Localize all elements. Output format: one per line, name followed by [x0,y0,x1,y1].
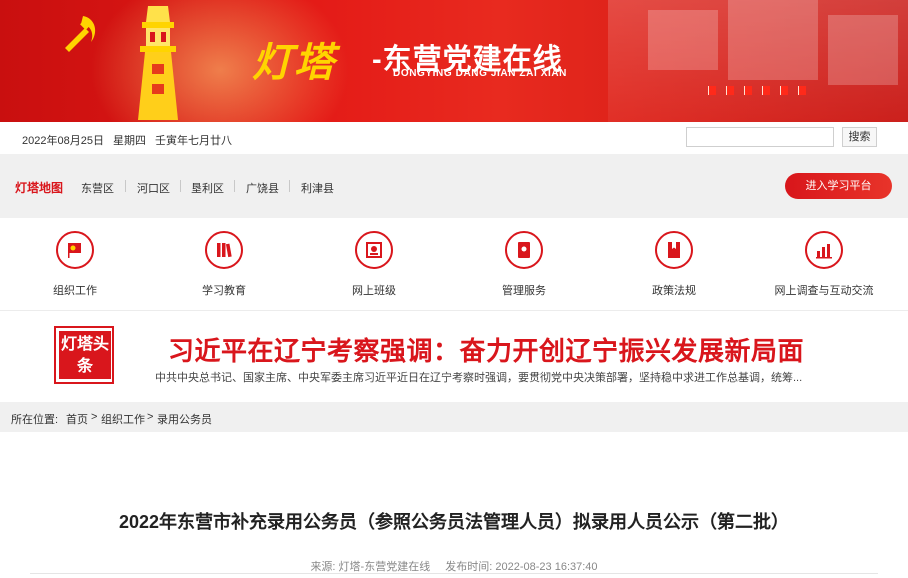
service-study[interactable]: 学习教育 [154,218,294,310]
breadcrumb-home[interactable]: 首页 [66,411,88,427]
books-icon [217,243,232,258]
service-label: 管理服务 [502,285,546,297]
service-management[interactable]: 管理服务 [454,218,594,310]
current-date: 2022年08月25日 [22,135,104,147]
service-policy[interactable]: 政策法规 [604,218,744,310]
divider [180,180,181,192]
divider [125,180,126,192]
headline-title[interactable]: 习近平在辽宁考察强调：奋力开创辽宁振兴发展新局面 [168,331,804,368]
divider [30,573,878,574]
breadcrumb-prefix: 所在位置: [11,414,59,426]
site-title-en: DONGYING DANG JIAN ZAI XIAN [393,68,567,79]
party-emblem-icon [65,16,96,52]
online-class-icon [366,242,382,258]
flag-icon [744,86,752,95]
site-banner: 灯塔 -东营党建在线 DONGYING DANG JIAN ZAI XIAN [0,0,908,122]
headline-badge-text: 灯塔头条 [59,331,111,379]
article-container: 2022年东营市补充录用公务员（参照公务员法管理人员）拟录用人员公示（第二批） … [0,432,908,578]
search-input[interactable] [686,127,834,147]
region-hekou[interactable]: 河口区 [137,180,170,196]
region-dongying[interactable]: 东营区 [81,180,114,196]
article-meta: 来源: 灯塔-东营党建在线 发布时间: 2022-08-23 16:37:40 [0,558,908,574]
search-button[interactable]: 搜索 [842,127,877,147]
headline-badge: 灯塔头条 [54,326,114,384]
breadcrumb-separator: > [147,411,154,423]
lighthouse-map-link[interactable]: 灯塔地图 [15,179,63,196]
article-publish-time: 发布时间: 2022-08-23 16:37:40 [445,561,598,573]
flag-icon [708,86,716,95]
region-kenli[interactable]: 垦利区 [191,180,224,196]
service-label: 网上班级 [352,285,396,297]
building-illustration [608,0,908,122]
service-organization[interactable]: 组织工作 [5,218,145,310]
divider [234,180,235,192]
service-online-class[interactable]: 网上班级 [304,218,444,310]
management-book-icon [518,242,530,258]
survey-chart-icon [816,244,832,259]
flag-icon [762,86,770,95]
policy-bookmark-icon [668,242,680,258]
divider [289,180,290,192]
service-menu: 组织工作 学习教育 网上班级 管理服务 政策法规 网上调查与互动交流 [0,218,908,310]
service-label: 政策法规 [652,285,696,297]
flag-icon [726,86,734,95]
lunar-date: 壬寅年七月廿八 [155,135,232,147]
flag-icon [798,86,806,95]
breadcrumb-recruitment[interactable]: 录用公务员 [157,411,212,427]
region-lijin[interactable]: 利津县 [301,180,334,196]
region-guangrao[interactable]: 广饶县 [246,180,279,196]
region-nav: 灯塔地图 东营区 河口区 垦利区 广饶县 利津县 [0,168,908,204]
party-flag-icon [68,243,81,258]
service-survey[interactable]: 网上调查与互动交流 [754,218,894,310]
current-weekday: 星期四 [113,135,146,147]
service-label: 组织工作 [53,285,97,297]
lighthouse-icon [138,6,178,120]
service-label: 网上调查与互动交流 [774,285,874,297]
headline-summary: 中共中央总书记、国家主席、中央军委主席习近平近日在辽宁考察时强调，要贯彻党中央决… [155,372,803,384]
logo-text: 灯塔 [252,39,336,86]
flag-icon [780,86,788,95]
article-source: 来源: 灯塔-东营党建在线 [310,561,431,573]
breadcrumb-organization[interactable]: 组织工作 [101,411,145,427]
breadcrumb-separator: > [91,411,98,423]
service-label: 学习教育 [202,285,246,297]
breadcrumb: 所在位置: 首页 > 组织工作 > 录用公务员 [0,402,908,432]
article-title: 2022年东营市补充录用公务员（参照公务员法管理人员）拟录用人员公示（第二批） [118,512,790,532]
headline-section: 灯塔头条 习近平在辽宁考察强调：奋力开创辽宁振兴发展新局面 中共中央总书记、国家… [0,310,908,402]
study-platform-button[interactable]: 进入学习平台 [785,173,892,199]
